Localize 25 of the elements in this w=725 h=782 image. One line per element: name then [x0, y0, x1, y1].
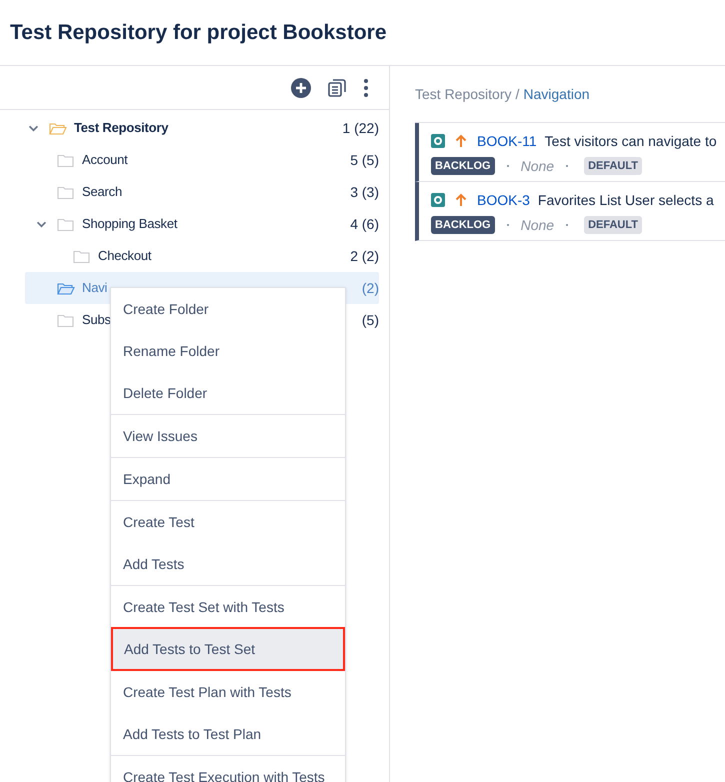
folder-name: Search	[82, 183, 122, 202]
status-badge: BACKLOG	[431, 156, 495, 176]
assignee-text: None	[520, 216, 554, 234]
breadcrumb-current: Navigation	[523, 84, 590, 104]
test-count: 3 (3)	[350, 182, 379, 202]
breadcrumb-separator: /	[515, 84, 520, 104]
folder-name: Navi	[82, 279, 108, 298]
issue-summary: Favorites List User selects a	[538, 190, 714, 210]
test-count: (2)	[362, 278, 379, 298]
label-badge: DEFAULT	[584, 156, 642, 176]
label-badge: DEFAULT	[584, 216, 642, 234]
test-count: (5)	[362, 310, 379, 330]
folder-name: Account	[82, 151, 128, 170]
issue-summary: Test visitors can navigate to	[544, 132, 717, 151]
folder-name: Checkout	[98, 247, 152, 266]
folder-name: Subs	[82, 311, 111, 330]
folder-name: Test Repository	[74, 119, 168, 138]
assignee-text: None	[520, 156, 554, 176]
test-count: 5 (5)	[350, 150, 379, 170]
test-count: 1 (22)	[342, 118, 379, 138]
page-title: Test Repository for project Bookstore	[0, 0, 725, 66]
folder-name: Shopping Basket	[82, 215, 178, 234]
status-badge: BACKLOG	[431, 216, 495, 234]
test-count: 4 (6)	[350, 214, 379, 234]
test-count: 2 (2)	[350, 246, 379, 266]
